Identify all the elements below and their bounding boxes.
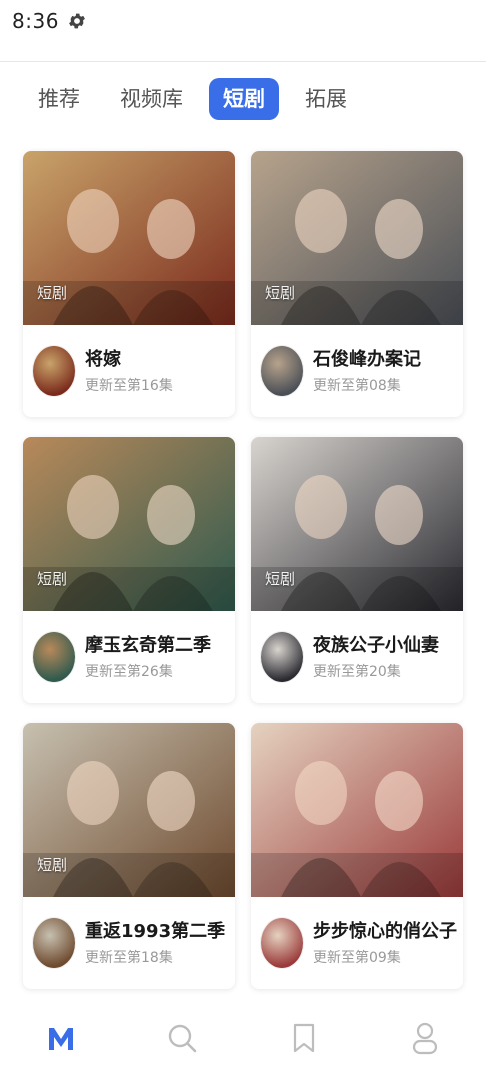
drama-card[interactable]: 短剧 夜族公子小仙妻 更新至第20集 <box>251 437 463 703</box>
card-info: 重返1993第二季 更新至第18集 <box>23 897 235 989</box>
tab-recommend[interactable]: 推荐 <box>24 78 94 120</box>
card-info: 夜族公子小仙妻 更新至第20集 <box>251 611 463 703</box>
card-subtitle: 更新至第08集 <box>313 377 401 394</box>
nav-profile[interactable] <box>395 1008 455 1068</box>
poster-tag: 短剧 <box>265 284 296 302</box>
poster-tag: 短剧 <box>37 856 68 874</box>
drama-card[interactable]: 短剧 石俊峰办案记 更新至第08集 <box>251 151 463 417</box>
card-subtitle: 更新至第26集 <box>85 663 173 680</box>
poster-image[interactable] <box>251 723 463 897</box>
card-info: 将嫁 更新至第16集 <box>23 325 235 417</box>
card-subtitle: 更新至第09集 <box>313 949 401 966</box>
bookmark-icon <box>293 1023 314 1053</box>
avatar <box>261 346 303 396</box>
card-subtitle: 更新至第16集 <box>85 377 173 394</box>
nav-bookmark[interactable] <box>274 1008 334 1068</box>
poster-image[interactable]: 短剧 <box>251 437 463 611</box>
avatar <box>33 632 75 682</box>
avatar <box>261 632 303 682</box>
poster-image[interactable]: 短剧 <box>251 151 463 325</box>
card-title: 步步惊心的俏公子 <box>313 920 457 942</box>
poster-tag: 短剧 <box>37 570 68 588</box>
nav-home[interactable] <box>31 1008 91 1068</box>
drama-card[interactable]: 步步惊心的俏公子 更新至第09集 <box>251 723 463 989</box>
card-info: 石俊峰办案记 更新至第08集 <box>251 325 463 417</box>
profile-icon <box>413 1022 438 1055</box>
search-icon <box>169 1024 197 1053</box>
card-subtitle: 更新至第20集 <box>313 663 401 680</box>
nav-search[interactable] <box>152 1008 212 1068</box>
card-title: 重返1993第二季 <box>85 920 226 942</box>
avatar <box>33 346 75 396</box>
gear-icon <box>67 11 87 31</box>
avatar <box>33 918 75 968</box>
poster-image[interactable]: 短剧 <box>23 723 235 897</box>
header-divider <box>0 61 486 62</box>
tab-short-drama[interactable]: 短剧 <box>209 78 279 120</box>
drama-grid: 短剧 将嫁 更新至第16集 短剧 石俊峰办案记 更新至第08集 短剧 摩玉玄奇第… <box>23 151 464 989</box>
tab-video-library[interactable]: 视频库 <box>106 78 197 120</box>
card-info: 步步惊心的俏公子 更新至第09集 <box>251 897 463 989</box>
status-bar: 8:36 <box>0 0 486 42</box>
card-subtitle: 更新至第18集 <box>85 949 173 966</box>
poster-tag: 短剧 <box>37 284 68 302</box>
tab-extensions[interactable]: 拓展 <box>291 78 361 120</box>
poster-image[interactable]: 短剧 <box>23 437 235 611</box>
poster-art <box>251 723 463 897</box>
m-logo-icon <box>48 1028 73 1050</box>
avatar <box>261 918 303 968</box>
card-title: 将嫁 <box>85 348 121 370</box>
card-info: 摩玉玄奇第二季 更新至第26集 <box>23 611 235 703</box>
bottom-nav <box>0 996 486 1080</box>
card-title: 摩玉玄奇第二季 <box>85 634 211 656</box>
drama-card[interactable]: 短剧 摩玉玄奇第二季 更新至第26集 <box>23 437 235 703</box>
card-title: 石俊峰办案记 <box>313 348 421 370</box>
poster-image[interactable]: 短剧 <box>23 151 235 325</box>
drama-card[interactable]: 短剧 将嫁 更新至第16集 <box>23 151 235 417</box>
category-tabs: 推荐 视频库 短剧 拓展 <box>24 78 373 120</box>
drama-card[interactable]: 短剧 重返1993第二季 更新至第18集 <box>23 723 235 989</box>
poster-tag: 短剧 <box>265 570 296 588</box>
status-time: 8:36 <box>12 9 59 33</box>
card-title: 夜族公子小仙妻 <box>313 634 439 656</box>
